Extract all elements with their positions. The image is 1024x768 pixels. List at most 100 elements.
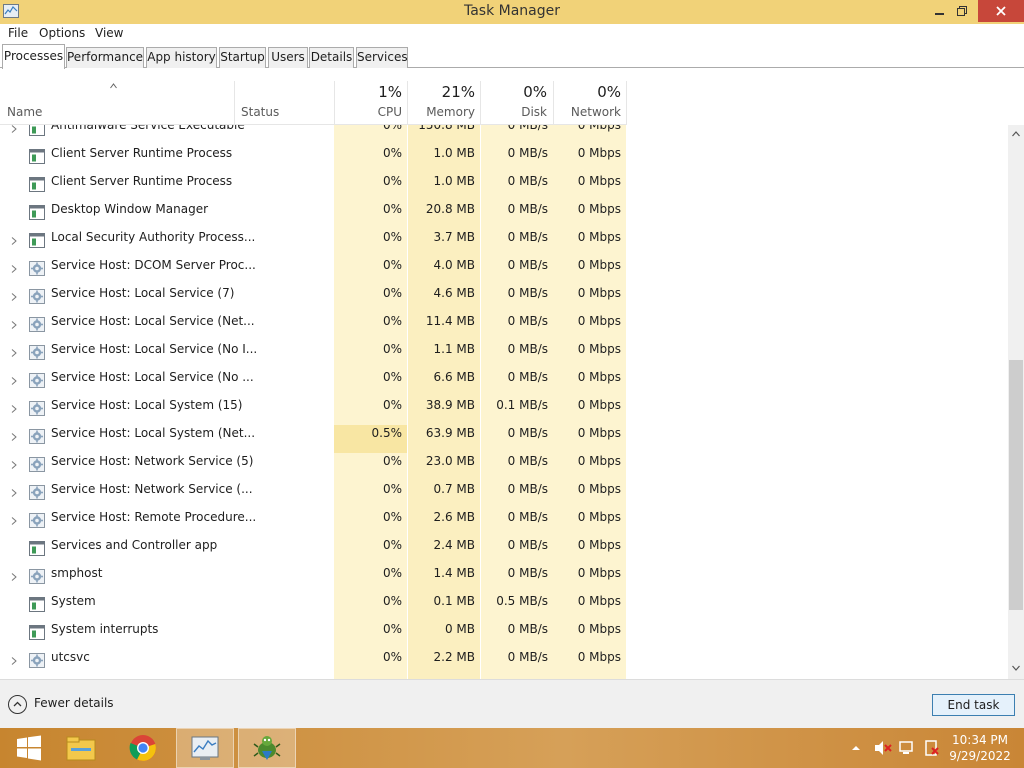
action-center-icon[interactable] <box>922 740 940 756</box>
process-memory: 1.4 MB <box>433 566 475 580</box>
expand-arrow-icon[interactable] <box>11 349 17 357</box>
expand-arrow-icon[interactable] <box>11 237 17 245</box>
process-row[interactable]: Antimalware Service Executable 0% 150.8 MB… <box>0 125 1008 145</box>
process-row[interactable]: System interrupts 0% 0 MB 0 MB/s 0 Mbps <box>0 621 1008 649</box>
process-row[interactable]: Services and Controller app 0% 2.4 MB 0 MB/… <box>0 537 1008 565</box>
title-bar[interactable]: Task Manager <box>0 0 1024 24</box>
column-divider <box>626 81 627 125</box>
network-icon[interactable] <box>898 740 916 756</box>
process-name: Service Host: Remote Procedure... <box>51 510 257 524</box>
process-row[interactable]: utcsvc 0% 2.2 MB 0 MB/s 0 Mbps <box>0 649 1008 677</box>
process-network: 0 Mbps <box>577 230 621 244</box>
menu-file[interactable]: File <box>8 26 28 40</box>
process-cpu: 0% <box>382 594 402 608</box>
tab-processes[interactable]: Processes <box>2 44 65 69</box>
process-memory: 3.7 MB <box>433 230 475 244</box>
taskbar-bug-app[interactable] <box>238 728 296 768</box>
close-button[interactable] <box>978 0 1024 22</box>
column-header-name[interactable]: Name <box>0 69 235 125</box>
gear-icon <box>29 261 45 276</box>
process-cpu: 0% <box>382 454 402 468</box>
process-row[interactable]: System 0% 0.1 MB 0.5 MB/s 0 Mbps <box>0 593 1008 621</box>
process-network: 0 Mbps <box>577 125 621 132</box>
minimize-icon <box>934 13 944 15</box>
process-row[interactable]: Desktop Window Manager 0% 20.8 MB 0 MB/s 0 M… <box>0 201 1008 229</box>
window-icon <box>29 625 45 640</box>
expand-arrow-icon[interactable] <box>11 433 17 441</box>
process-disk: 0 MB/s <box>507 370 548 384</box>
process-row[interactable]: Service Host: Local Service (7) 0% 4.6 MB 0… <box>0 285 1008 313</box>
gear-icon <box>29 513 45 528</box>
process-memory: 2.2 MB <box>433 650 475 664</box>
start-button[interactable] <box>0 728 58 768</box>
expand-arrow-icon[interactable] <box>11 377 17 385</box>
expand-arrow-icon[interactable] <box>11 321 17 329</box>
tab-startup[interactable]: Startup <box>219 47 266 68</box>
process-name: Service Host: DCOM Server Proc... <box>51 258 256 272</box>
menu-options[interactable]: Options <box>39 26 85 40</box>
process-network: 0 Mbps <box>577 594 621 608</box>
process-row[interactable]: Local Security Authority Process... 0% 3.7… <box>0 229 1008 257</box>
taskbar-chrome[interactable] <box>114 728 172 768</box>
expand-arrow-icon[interactable] <box>11 125 17 133</box>
column-header-network[interactable]: 0% Network <box>553 69 627 125</box>
expand-arrow-icon[interactable] <box>11 293 17 301</box>
window-icon <box>29 205 45 220</box>
expand-arrow-icon[interactable] <box>11 489 17 497</box>
process-cpu: 0% <box>382 566 402 580</box>
expand-arrow-icon[interactable] <box>11 405 17 413</box>
task-manager-icon <box>191 736 219 760</box>
taskbar-file-explorer[interactable] <box>52 728 110 768</box>
process-row[interactable]: Client Server Runtime Process 0% 1.0 MB 0 M… <box>0 173 1008 201</box>
process-row[interactable]: Service Host: Local System (Net... 0.5% 63… <box>0 425 1008 453</box>
scroll-up-arrow-icon[interactable] <box>1012 131 1020 137</box>
process-row[interactable]: Service Host: Local Service (Net... 0% 11.… <box>0 313 1008 341</box>
menu-view[interactable]: View <box>95 26 123 40</box>
fewer-details-link[interactable]: Fewer details <box>34 696 114 710</box>
expand-arrow-icon[interactable] <box>11 573 17 581</box>
taskbar-task-manager[interactable] <box>176 728 234 768</box>
column-header-cpu[interactable]: 1% CPU <box>334 69 408 125</box>
taskbar: 10:34 PM 9/29/2022 <box>0 728 1024 768</box>
taskbar-clock[interactable]: 10:34 PM 9/29/2022 <box>940 732 1020 764</box>
show-hidden-icons-icon[interactable] <box>850 742 862 754</box>
process-row[interactable]: Service Host: Remote Procedure... 0% 2.6 M… <box>0 509 1008 537</box>
sort-ascending-icon <box>110 83 117 89</box>
volume-muted-icon[interactable] <box>874 740 892 756</box>
scroll-down-arrow-icon[interactable] <box>1012 665 1020 671</box>
expand-arrow-icon[interactable] <box>11 461 17 469</box>
restore-icon <box>957 6 967 16</box>
process-row[interactable]: Service Host: Local Service (No I... 0% 1.… <box>0 341 1008 369</box>
expand-arrow-icon[interactable] <box>11 657 17 665</box>
chevron-up-circle-icon[interactable] <box>8 695 27 714</box>
tab-app-history[interactable]: App history <box>146 47 217 68</box>
restore-button[interactable] <box>949 0 975 22</box>
process-cpu: 0% <box>382 146 402 160</box>
tab-performance[interactable]: Performance <box>66 47 144 68</box>
process-network: 0 Mbps <box>577 482 621 496</box>
process-row[interactable]: Client Server Runtime Process 0% 1.0 MB 0 M… <box>0 145 1008 173</box>
gear-icon <box>29 429 45 444</box>
process-disk: 0 MB/s <box>507 286 548 300</box>
process-row[interactable]: Service Host: DCOM Server Proc... 0% 4.0 M… <box>0 257 1008 285</box>
process-row[interactable]: Service Host: Local Service (No ... 0% 6.6… <box>0 369 1008 397</box>
expand-arrow-icon[interactable] <box>11 265 17 273</box>
process-memory: 63.9 MB <box>425 426 475 440</box>
process-network: 0 Mbps <box>577 398 621 412</box>
vertical-scrollbar[interactable] <box>1008 125 1024 679</box>
scrollbar-thumb[interactable] <box>1009 360 1023 610</box>
tab-details[interactable]: Details <box>309 47 354 68</box>
process-row[interactable]: Service Host: Local System (15) 0% 38.9 MB… <box>0 397 1008 425</box>
process-row[interactable]: smphost 0% 1.4 MB 0 MB/s 0 Mbps <box>0 565 1008 593</box>
end-task-button[interactable]: End task <box>932 694 1015 716</box>
column-header-memory[interactable]: 21% Memory <box>408 69 481 125</box>
process-network: 0 Mbps <box>577 454 621 468</box>
process-row[interactable]: Service Host: Network Service (... 0% 0.7 … <box>0 481 1008 509</box>
column-header-status[interactable]: Status <box>235 69 334 125</box>
expand-arrow-icon[interactable] <box>11 517 17 525</box>
process-row[interactable]: Service Host: Network Service (5) 0% 23.0 … <box>0 453 1008 481</box>
tab-services[interactable]: Services <box>356 47 408 68</box>
tab-users[interactable]: Users <box>268 47 308 68</box>
process-cpu: 0% <box>382 202 402 216</box>
column-header-disk[interactable]: 0% Disk <box>481 69 553 125</box>
